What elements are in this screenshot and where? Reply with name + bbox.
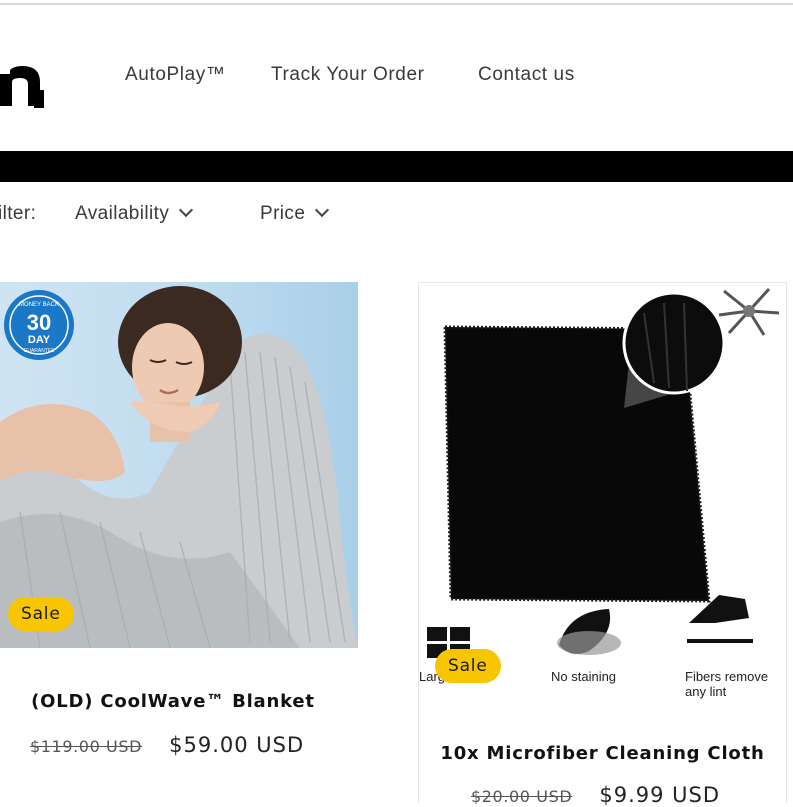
nav-contact-us[interactable]: Contact us [478,64,575,86]
availability-filter[interactable]: Availability [75,202,194,225]
product-title[interactable]: 10x Microfiber Cleaning Cloth [419,743,786,764]
product-image[interactable]: MONEY BACK 30 DAY GUARANTEE [0,282,358,648]
sale-price: $59.00 USD [169,733,305,757]
sale-badge: Sale [8,597,74,631]
svg-text:DAY: DAY [28,334,51,346]
announcement-bar [0,151,793,182]
product-title[interactable]: (OLD) CoolWave™ Blanket [0,691,352,712]
top-divider [0,3,793,5]
nav-track-order[interactable]: Track Your Order [271,64,425,86]
filter-label: Filter: [0,203,37,224]
availability-filter-label: Availability [75,203,170,224]
product-card[interactable]: MONEY BACK 30 DAY GUARANTEE Sale (OLD) C… [0,282,358,802]
price-row: $20.00 USD $9.99 USD [471,783,720,807]
svg-text:MONEY BACK: MONEY BACK [19,302,59,308]
regular-price: $20.00 USD [471,787,573,806]
price-row: $119.00 USD $59.00 USD [30,733,304,757]
feature-label: No staining [551,669,617,684]
sale-price: $9.99 USD [599,783,721,807]
sale-badge: Sale [435,649,501,683]
price-filter[interactable]: Price [260,202,330,225]
money-back-guarantee-badge: MONEY BACK 30 DAY GUARANTEE [4,290,74,360]
nav-autoplay[interactable]: AutoPlay™ [125,64,225,86]
main-navigation: AutoPlay™ Track Your Order Contact us [0,64,793,94]
product-card[interactable]: Large No staining Fibers remove any lint… [418,282,787,807]
chevron-down-icon [179,202,194,218]
feature-label: Fibers remove any lint [685,669,769,699]
svg-text:30: 30 [27,310,51,335]
price-filter-label: Price [260,203,306,224]
svg-text:GUARANTEE: GUARANTEE [23,348,55,354]
regular-price: $119.00 USD [30,737,143,756]
chevron-down-icon [315,202,330,218]
